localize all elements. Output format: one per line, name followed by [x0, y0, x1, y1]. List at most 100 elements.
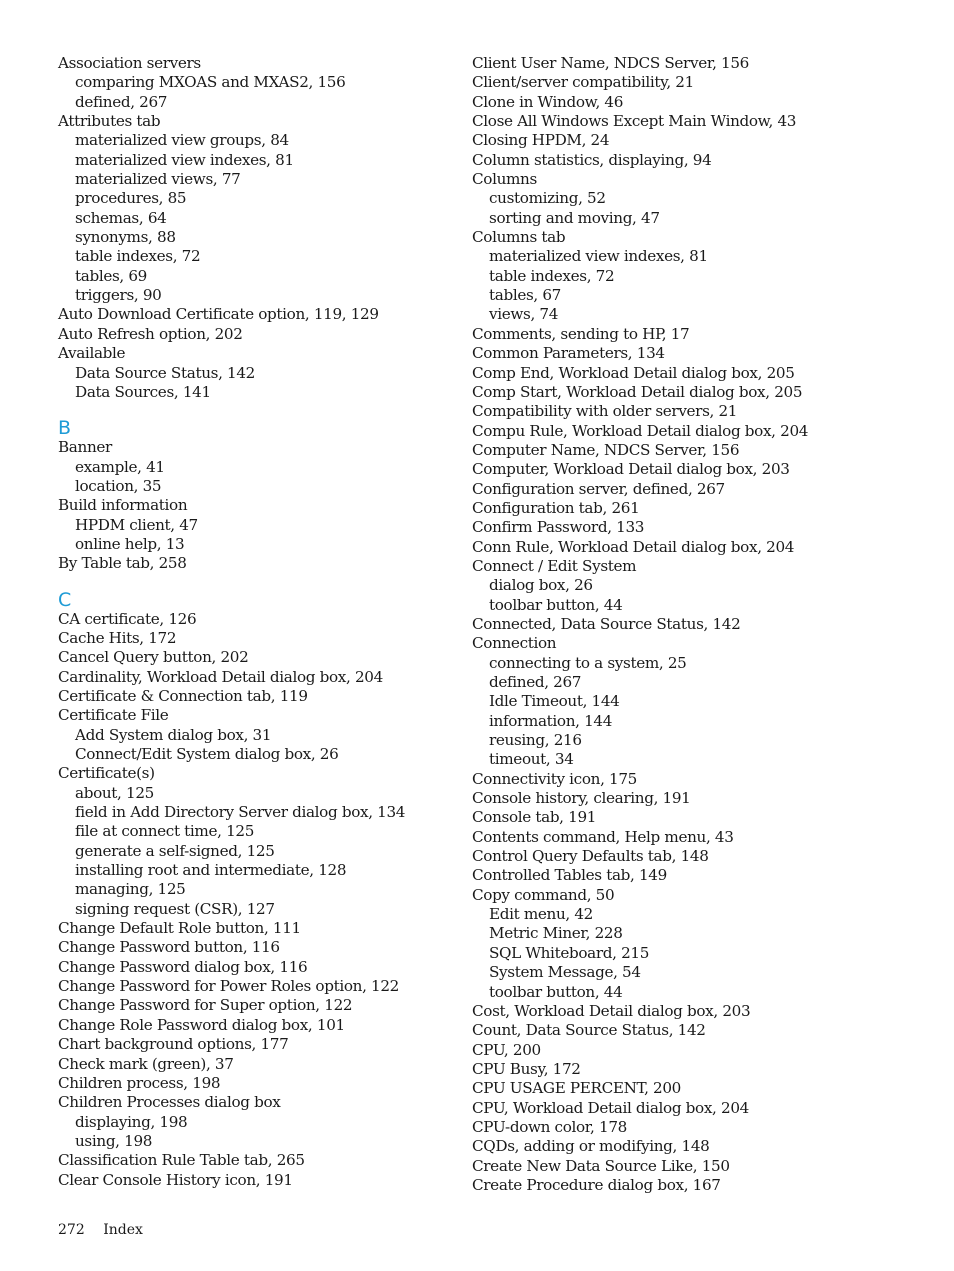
index-subentry: procedures, 85 [75, 189, 187, 208]
index-subentry: Metric Miner, 228 [489, 924, 623, 943]
index-entry: Configuration server, defined, 267 [472, 479, 725, 498]
index-entry: Chart background options, 177 [58, 1035, 289, 1054]
index-subentry: schemas, 64 [75, 208, 167, 227]
index-subentry: timeout, 34 [489, 750, 574, 769]
index-subentry: displaying, 198 [75, 1112, 188, 1131]
index-entry: CPU Busy, 172 [472, 1059, 581, 1078]
index-entry: Comments, sending to HP, 17 [472, 324, 690, 343]
index-subentry: views, 74 [489, 305, 559, 324]
index-entry: By Table tab, 258 [58, 554, 187, 573]
footer-section-title: Index [103, 1222, 143, 1238]
index-entry: Count, Data Source Status, 142 [472, 1021, 706, 1040]
index-subentry: materialized view indexes, 81 [75, 150, 294, 169]
index-subentry: SQL Whiteboard, 215 [489, 943, 650, 962]
index-entry: Clear Console History icon, 191 [58, 1170, 293, 1189]
index-subentry: Data Sources, 141 [75, 382, 211, 401]
index-subentry: sorting and moving, 47 [489, 208, 660, 227]
index-subentry: managing, 125 [75, 880, 186, 899]
index-column-right: Client User Name, NDCS Server, 156 Client… [472, 54, 872, 1195]
index-entry: Copy command, 50 [472, 885, 615, 904]
index-entry: Change Password dialog box, 116 [58, 957, 308, 976]
index-entry: Connected, Data Source Status, 142 [472, 614, 741, 633]
index-entry: Configuration tab, 261 [472, 498, 640, 517]
index-entry: Attributes tab [58, 112, 161, 131]
index-entry: Console history, clearing, 191 [472, 789, 691, 808]
index-entry: Certificate & Connection tab, 119 [58, 686, 308, 705]
index-subentry: comparing MXOAS and MXAS2, 156 [75, 73, 346, 92]
index-subentry: location, 35 [75, 476, 162, 495]
index-subentry: toolbar button, 44 [489, 595, 623, 614]
index-entry: Connect / Edit System [472, 556, 637, 575]
index-entry: CA certificate, 126 [58, 609, 197, 628]
index-entry: Compatibility with older servers, 21 [472, 402, 738, 421]
index-entry: Console tab, 191 [472, 808, 597, 827]
index-subentry: table indexes, 72 [489, 266, 615, 285]
index-subentry: triggers, 90 [75, 286, 162, 305]
index-entry: Children Processes dialog box [58, 1093, 281, 1112]
index-entry: Comp Start, Workload Detail dialog box, … [472, 382, 803, 401]
index-subentry: tables, 69 [75, 266, 148, 285]
index-entry: Auto Download Certificate option, 119, 1… [58, 305, 379, 324]
index-subentry: materialized view indexes, 81 [489, 247, 708, 266]
index-entry: Banner [58, 438, 112, 457]
index-entry: CQDs, adding or modifying, 148 [472, 1137, 710, 1156]
index-entry: Children process, 198 [58, 1073, 221, 1092]
index-subentry: installing root and intermediate, 128 [75, 861, 347, 880]
index-entry: CPU-down color, 178 [472, 1117, 627, 1136]
index-entry: Contents command, Help menu, 43 [472, 827, 734, 846]
index-subentry: materialized view groups, 84 [75, 131, 289, 150]
index-entry: Change Role Password dialog box, 101 [58, 1015, 345, 1034]
index-entry: Change Password button, 116 [58, 938, 280, 957]
index-entry: CPU, 200 [472, 1040, 541, 1059]
index-subentry: table indexes, 72 [75, 247, 201, 266]
index-subentry: generate a self-signed, 125 [75, 841, 275, 860]
index-entry: Closing HPDM, 24 [472, 131, 610, 150]
page-number: 272 [58, 1222, 85, 1238]
index-entry: Control Query Defaults tab, 148 [472, 847, 709, 866]
index-entry: Change Default Role button, 111 [58, 919, 301, 938]
index-entry: Common Parameters, 134 [472, 344, 665, 363]
index-subentry: reusing, 216 [489, 731, 582, 750]
index-entry: Columns tab [472, 228, 566, 247]
index-subentry: dialog box, 26 [489, 576, 593, 595]
index-entry: Cancel Query button, 202 [58, 648, 249, 667]
index-entry: Cost, Workload Detail dialog box, 203 [472, 1001, 751, 1020]
index-subentry: System Message, 54 [489, 963, 641, 982]
index-entry: Columns [472, 170, 537, 189]
index-subentry: example, 41 [75, 457, 165, 476]
index-subentry: Connect/Edit System dialog box, 26 [75, 745, 339, 763]
index-entry: Close All Windows Except Main Window, 43 [472, 112, 797, 131]
index-subentry: tables, 67 [489, 286, 562, 305]
index-subentry: information, 144 [489, 711, 613, 730]
index-subentry: connecting to a system, 25 [489, 653, 687, 672]
index-entry: Client User Name, NDCS Server, 156 [472, 54, 749, 72]
index-subentry: field in Add Directory Server dialog box… [75, 803, 406, 822]
index-subentry: Data Source Status, 142 [75, 363, 255, 382]
index-entry: Classification Rule Table tab, 265 [58, 1151, 305, 1170]
index-entry: Connectivity icon, 175 [472, 769, 637, 788]
index-subentry: Edit menu, 42 [489, 905, 593, 924]
index-subentry: defined, 267 [489, 673, 582, 691]
index-entry: Cache Hits, 172 [58, 628, 177, 647]
index-column-left: Association servers comparing MXOAS and M… [58, 54, 458, 1190]
index-entry: Change Password for Power Roles option, … [58, 977, 399, 996]
index-entry: Clone in Window, 46 [472, 92, 624, 111]
index-entry: Cardinality, Workload Detail dialog box,… [58, 667, 383, 686]
index-subentry: using, 198 [75, 1131, 153, 1150]
index-letter-heading: C [58, 588, 72, 611]
index-entry: Check mark (green), 37 [58, 1054, 234, 1073]
index-entry: CPU, Workload Detail dialog box, 204 [472, 1098, 749, 1117]
index-entry: Connection [472, 634, 557, 653]
index-entry: Confirm Password, 133 [472, 518, 645, 537]
index-subentry: HPDM client, 47 [75, 515, 198, 534]
index-subentry: online help, 13 [75, 534, 185, 553]
index-subentry: customizing, 52 [489, 189, 606, 208]
index-entry: Build information [58, 496, 188, 515]
index-subentry: Idle Timeout, 144 [489, 692, 620, 711]
index-entry: Create New Data Source Like, 150 [472, 1156, 730, 1175]
index-letter-heading: B [58, 417, 72, 440]
index-entry: Client/server compatibility, 21 [472, 73, 694, 92]
index-entry: Available [58, 344, 126, 363]
index-subentry: materialized views, 77 [75, 170, 241, 189]
index-entry: Association servers [58, 54, 201, 72]
